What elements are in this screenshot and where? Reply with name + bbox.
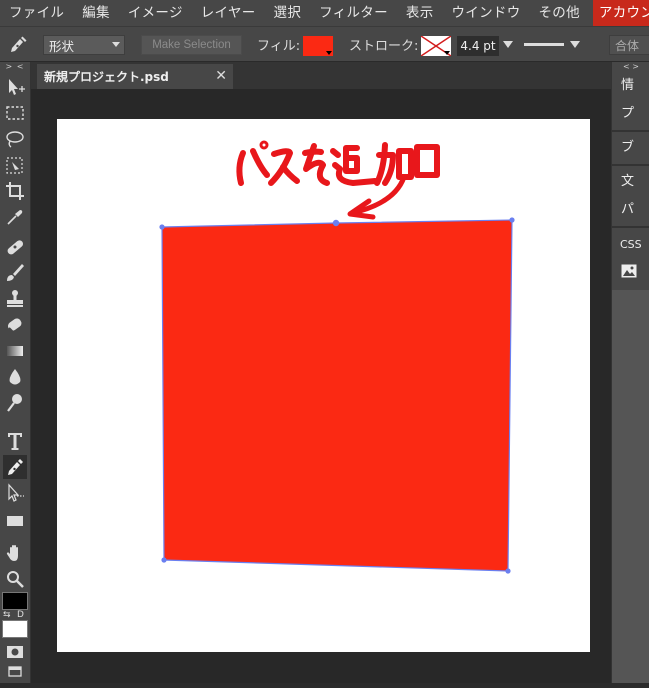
blur-tool-icon[interactable] bbox=[3, 365, 27, 389]
menu-more[interactable]: その他 bbox=[530, 0, 589, 26]
tools-panel: > < ⇆ D bbox=[0, 62, 31, 683]
gradient-tool-icon[interactable] bbox=[3, 339, 27, 363]
menu-bar: ファイル 編集 イメージ レイヤー 選択 フィルター 表示 ウインドウ その他 … bbox=[0, 0, 649, 26]
document-canvas[interactable] bbox=[57, 119, 590, 652]
panel-separator bbox=[612, 164, 649, 166]
stroke-label: ストローク: bbox=[349, 39, 419, 54]
canvas-artwork bbox=[159, 140, 515, 574]
document-tab-title: 新規プロジェクト.psd bbox=[44, 70, 169, 84]
panel-separator bbox=[612, 226, 649, 228]
document-tab[interactable]: 新規プロジェクト.psd ✕ bbox=[37, 64, 233, 89]
eraser-tool-icon[interactable] bbox=[3, 313, 27, 337]
fill-label: フィル: bbox=[257, 39, 301, 54]
image-icon bbox=[621, 264, 637, 278]
pen-tool-icon bbox=[8, 459, 23, 475]
panel-paragraph[interactable]: パ bbox=[612, 198, 649, 222]
expand-panels-button[interactable]: < > bbox=[612, 62, 649, 72]
screen-mode-icon[interactable] bbox=[3, 660, 27, 677]
crop-tool-icon[interactable] bbox=[3, 179, 27, 203]
path-select-tool-icon[interactable] bbox=[3, 481, 27, 505]
options-bar: 形状 Make Selection フィル: ストローク: 4.4 pt 合体 bbox=[0, 26, 649, 62]
stroke-style-select[interactable] bbox=[524, 27, 582, 62]
path-merge-select[interactable]: 合体 bbox=[609, 35, 649, 55]
hand-tool-icon[interactable] bbox=[3, 541, 27, 565]
fill-color-swatch[interactable] bbox=[303, 36, 333, 56]
quick-mask-icon[interactable] bbox=[3, 640, 27, 658]
make-selection-button[interactable]: Make Selection bbox=[141, 35, 242, 55]
swap-colors-icon[interactable]: ⇆ bbox=[3, 610, 11, 620]
document-tab-bar: 新規プロジェクト.psd ✕ bbox=[31, 62, 611, 89]
menu-account[interactable]: アカウント bbox=[592, 0, 649, 26]
menu-image[interactable]: イメージ bbox=[119, 0, 192, 26]
panel-properties[interactable]: プ bbox=[612, 102, 649, 126]
panel-empty-area bbox=[612, 290, 649, 683]
default-colors-button[interactable]: D bbox=[17, 610, 24, 620]
menu-edit[interactable]: 編集 bbox=[73, 0, 119, 26]
path-anchor-point[interactable] bbox=[161, 557, 167, 563]
path-anchor-point[interactable] bbox=[505, 568, 511, 574]
shape-mode-select[interactable]: 形状 bbox=[43, 35, 125, 55]
collapse-toolbar-button[interactable]: > < bbox=[0, 62, 30, 72]
stroke-width-field[interactable]: 4.4 pt bbox=[457, 36, 499, 56]
shape-mode-value: 形状 bbox=[49, 38, 75, 54]
close-icon[interactable]: ✕ bbox=[215, 68, 227, 84]
menu-file[interactable]: ファイル bbox=[0, 0, 73, 26]
menu-view[interactable]: 表示 bbox=[397, 0, 443, 26]
healing-tool-icon[interactable] bbox=[3, 235, 27, 259]
marquee-tool-icon[interactable] bbox=[3, 101, 27, 125]
panel-separator bbox=[612, 130, 649, 132]
panel-css[interactable]: CSS bbox=[612, 233, 649, 257]
stroke-style-line bbox=[524, 43, 564, 46]
menu-layer[interactable]: レイヤー bbox=[192, 0, 265, 26]
move-tool-icon[interactable] bbox=[3, 75, 27, 99]
pen-tool-icon bbox=[8, 27, 28, 62]
panel-character[interactable]: 文 bbox=[612, 170, 649, 194]
stroke-color-swatch[interactable] bbox=[421, 36, 451, 56]
background-color-swatch[interactable] bbox=[2, 620, 28, 638]
chevron-down-icon bbox=[112, 42, 120, 47]
path-anchor-point[interactable] bbox=[332, 219, 340, 227]
dodge-tool-icon[interactable] bbox=[3, 391, 27, 415]
panels-dock: < > 情 プ ブ 文 パ CSS bbox=[611, 62, 649, 683]
eyedropper-tool-icon[interactable] bbox=[3, 205, 27, 229]
stamp-tool-icon[interactable] bbox=[3, 287, 27, 311]
menu-window[interactable]: ウインドウ bbox=[443, 0, 530, 26]
quick-select-tool-icon[interactable] bbox=[3, 153, 27, 177]
panel-info[interactable]: 情 bbox=[612, 74, 649, 98]
foreground-color-swatch[interactable] bbox=[2, 592, 28, 610]
stroke-width-dropdown-icon[interactable] bbox=[503, 27, 513, 62]
red-rectangle-shape[interactable] bbox=[162, 220, 512, 571]
type-tool-icon[interactable] bbox=[3, 429, 27, 453]
menu-filter[interactable]: フィルター bbox=[310, 0, 397, 26]
menu-select[interactable]: 選択 bbox=[265, 0, 311, 26]
rectangle-tool-icon[interactable] bbox=[3, 509, 27, 533]
panel-image[interactable] bbox=[612, 259, 649, 283]
handwritten-annotation bbox=[236, 140, 440, 220]
path-anchor-point[interactable] bbox=[159, 224, 165, 230]
chevron-down-icon bbox=[570, 41, 580, 48]
panel-brush[interactable]: ブ bbox=[612, 136, 649, 160]
path-anchor-point[interactable] bbox=[509, 217, 515, 223]
chevron-down-icon bbox=[326, 51, 332, 55]
chevron-down-icon bbox=[444, 51, 450, 55]
zoom-tool-icon[interactable] bbox=[3, 567, 27, 591]
pen-tool-button[interactable] bbox=[3, 455, 27, 479]
lasso-tool-icon[interactable] bbox=[3, 127, 27, 151]
brush-tool-icon[interactable] bbox=[3, 261, 27, 285]
